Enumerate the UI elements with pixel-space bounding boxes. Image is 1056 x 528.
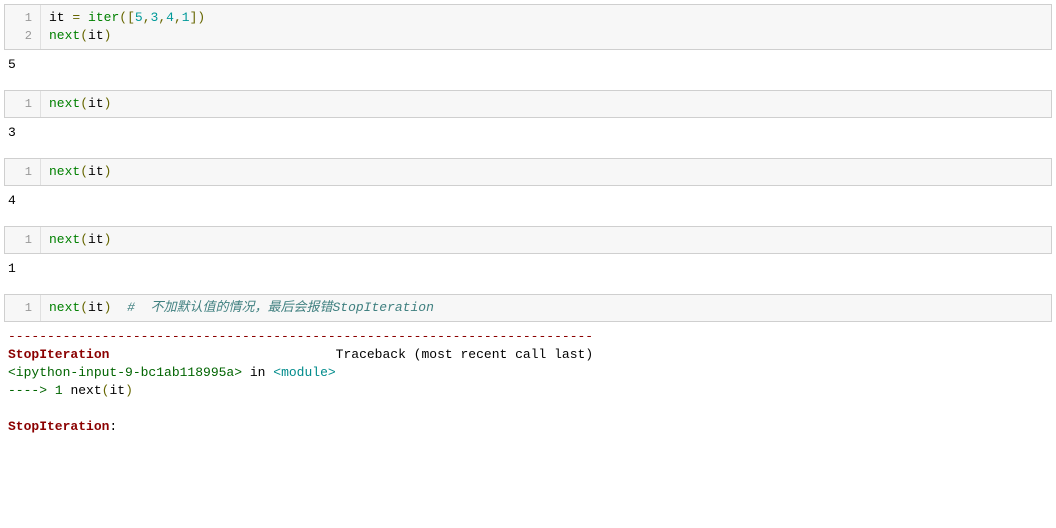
traceback-call-arg: it xyxy=(109,383,125,398)
code-token: ( xyxy=(80,232,88,247)
traceback-module-ref: <module> xyxy=(273,365,335,380)
traceback-errname: StopIteration xyxy=(8,347,109,362)
traceback: ----------------------------------------… xyxy=(4,322,1052,442)
code-token: next xyxy=(49,164,80,179)
code-line[interactable]: next(it) # 不加默认值的情况，最后会报错StopIteration xyxy=(49,299,1043,317)
traceback-spacer xyxy=(109,347,335,362)
code-token: 5 xyxy=(135,10,143,25)
code-token: ( xyxy=(80,300,88,315)
code-cell[interactable]: 1 next(it) xyxy=(4,90,1052,118)
line-number-gutter: 1 xyxy=(5,159,41,185)
code-token: ]) xyxy=(190,10,206,25)
code-token: , xyxy=(174,10,182,25)
code-line[interactable]: next(it) xyxy=(49,231,1043,249)
line-number-gutter: 12 xyxy=(5,5,41,49)
traceback-label: Traceback (most recent call last) xyxy=(336,347,593,362)
code-content[interactable]: it = iter([5,3,4,1])next(it) xyxy=(41,5,1051,49)
traceback-lineno: 1 xyxy=(55,383,63,398)
notebook-cell: 1 next(it) 1 xyxy=(4,226,1052,292)
notebook-cell: 1 next(it) 4 xyxy=(4,158,1052,224)
code-token: 1 xyxy=(182,10,190,25)
line-number-gutter: 1 xyxy=(5,227,41,253)
traceback-call-next: next xyxy=(70,383,101,398)
code-token: it xyxy=(88,96,104,111)
line-number: 1 xyxy=(5,299,40,317)
code-content[interactable]: next(it) xyxy=(41,159,1051,185)
code-token: ) xyxy=(104,164,112,179)
traceback-call-close: ) xyxy=(125,383,133,398)
code-token: iter xyxy=(88,10,119,25)
code-token: ) xyxy=(104,232,112,247)
code-token: it xyxy=(49,10,65,25)
notebook-cell: 1 next(it) 3 xyxy=(4,90,1052,156)
code-token: ) xyxy=(104,96,112,111)
code-token: it xyxy=(88,300,104,315)
notebook-cell: 12it = iter([5,3,4,1])next(it)5 xyxy=(4,4,1052,88)
code-token: it xyxy=(88,232,104,247)
traceback-blank xyxy=(8,400,1048,418)
line-number-gutter: 1 xyxy=(5,91,41,117)
code-content[interactable]: next(it) # 不加默认值的情况，最后会报错StopIteration xyxy=(41,295,1051,321)
code-token: , xyxy=(143,10,151,25)
traceback-in-word: in xyxy=(242,365,273,380)
cell-output: 4 xyxy=(4,186,1052,224)
code-token: , xyxy=(158,10,166,25)
code-token: next xyxy=(49,232,80,247)
code-line[interactable]: next(it) xyxy=(49,163,1043,181)
traceback-final-err: StopIteration xyxy=(8,419,109,434)
code-token: next xyxy=(49,96,80,111)
code-line[interactable]: next(it) xyxy=(49,95,1043,113)
code-cell[interactable]: 1 next(it) xyxy=(4,158,1052,186)
code-token: # 不加默认值的情况，最后会报错StopIteration xyxy=(127,300,434,315)
traceback-final-colon: : xyxy=(109,419,125,434)
code-token xyxy=(111,300,127,315)
cell-output: 1 xyxy=(4,254,1052,292)
code-cell[interactable]: 1 next(it) # 不加默认值的情况，最后会报错StopIteration xyxy=(4,294,1052,322)
code-content[interactable]: next(it) xyxy=(41,227,1051,253)
line-number: 1 xyxy=(5,95,40,113)
code-line[interactable]: next(it) xyxy=(49,27,1043,45)
code-content[interactable]: next(it) xyxy=(41,91,1051,117)
code-cell[interactable]: 1 next(it) xyxy=(4,226,1052,254)
notebook-cell: 1next(it) # 不加默认值的情况，最后会报错StopIteration-… xyxy=(4,294,1052,442)
traceback-input-ref: <ipython-input-9-bc1ab118995a> xyxy=(8,365,242,380)
line-number: 1 xyxy=(5,231,40,249)
code-token: it xyxy=(88,164,104,179)
code-token: it xyxy=(88,28,104,43)
line-number: 2 xyxy=(5,27,40,45)
line-number: 1 xyxy=(5,163,40,181)
code-token: ([ xyxy=(119,10,135,25)
code-token xyxy=(80,10,88,25)
code-token: 4 xyxy=(166,10,174,25)
code-cell[interactable]: 12it = iter([5,3,4,1])next(it) xyxy=(4,4,1052,50)
code-token: ( xyxy=(80,96,88,111)
code-token: next xyxy=(49,300,80,315)
traceback-arrow: ----> xyxy=(8,383,55,398)
line-number: 1 xyxy=(5,9,40,27)
code-token: ) xyxy=(104,28,112,43)
line-number-gutter: 1 xyxy=(5,295,41,321)
code-token: ( xyxy=(80,28,88,43)
cell-output: 3 xyxy=(4,118,1052,156)
code-line[interactable]: it = iter([5,3,4,1]) xyxy=(49,9,1043,27)
code-token: next xyxy=(49,28,80,43)
traceback-separator: ----------------------------------------… xyxy=(8,329,593,344)
cell-output: 5 xyxy=(4,50,1052,88)
code-token: ( xyxy=(80,164,88,179)
